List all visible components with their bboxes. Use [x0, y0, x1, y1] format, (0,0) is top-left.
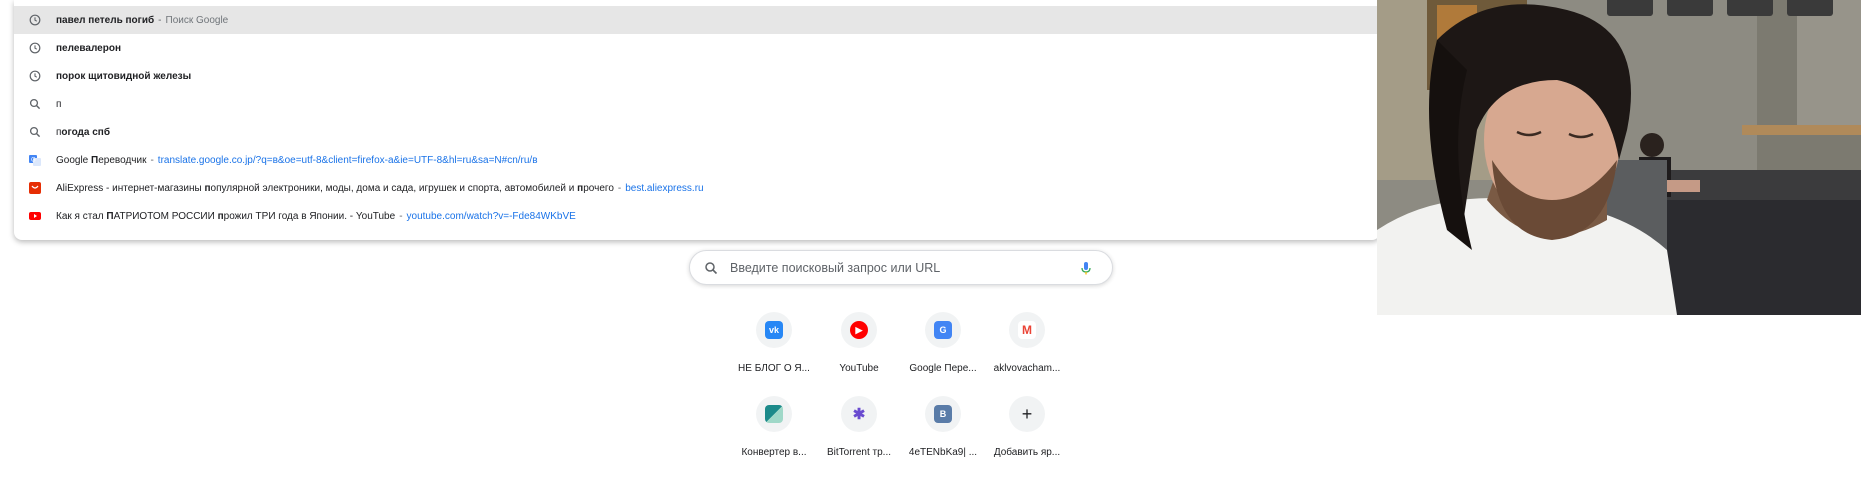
shortcut-tile[interactable]: G Google Пере... [901, 312, 985, 392]
suggestion-history-1[interactable]: павел петель погиб - Поиск Google [14, 6, 1380, 34]
shortcut-label: НЕ БЛОГ О Я... [738, 363, 810, 374]
suggestion-text: порок щитовидной железы [56, 70, 192, 82]
suggestion-text: п [56, 98, 62, 110]
site-title-part: АТРИОТОМ РОССИИ [113, 210, 218, 222]
add-shortcut-button[interactable]: + Добавить яр... [985, 396, 1069, 476]
shortcut-tile[interactable]: Конвертер в... [732, 396, 816, 476]
shortcut-icon-circle [756, 396, 792, 432]
suggestion-history-2[interactable]: пелевалерон [14, 34, 1380, 62]
history-clock-icon [28, 69, 42, 83]
shortcut-tile[interactable]: ▶ YouTube [817, 312, 901, 392]
webcam-overlay [1377, 0, 1861, 315]
search-box[interactable] [689, 250, 1113, 285]
suggestion-separator: - [617, 182, 622, 194]
shortcut-label: 4eTENbKa9| ... [908, 447, 978, 458]
search-icon [28, 125, 42, 139]
svg-text:G: G [31, 158, 36, 164]
suggestion-history-3[interactable]: порок щитовидной железы [14, 62, 1380, 90]
shortcut-label: Добавить яр... [993, 447, 1061, 458]
shortcut-label: Google Пере... [909, 363, 977, 374]
search-input[interactable] [728, 259, 1072, 276]
vk-icon: vk [765, 321, 783, 339]
site-title-part: AliExpress - интернет-магазины [56, 182, 205, 194]
microphone-icon[interactable] [1078, 260, 1094, 276]
site-title-part: Как я стал [56, 210, 107, 222]
suggestion-site-aliexpress[interactable]: AliExpress - интернет-магазины популярно… [14, 174, 1380, 202]
shortcut-icon-circle: G [925, 312, 961, 348]
shortcut-label: BitTorrent тр... [826, 447, 892, 458]
shortcut-icon-circle: vk [756, 312, 792, 348]
youtube-favicon-icon [28, 209, 42, 223]
suggestion-completion: огода спб [61, 126, 111, 138]
shortcut-icon-circle: ▶ [841, 312, 877, 348]
site-title: Как я стал ПАТРИОТОМ РОССИИ прожил ТРИ г… [56, 211, 395, 222]
shortcut-icon-circle: ✱ [841, 396, 877, 432]
site-url: translate.google.co.jp/?q=в&oe=utf-8&cli… [157, 154, 538, 166]
site-title-match: П [106, 210, 114, 222]
site-title: Google Переводчик [56, 155, 146, 166]
converter-icon [765, 405, 783, 423]
shortcut-icon-circle: M [1009, 312, 1045, 348]
site-title-part: ереводчик [98, 154, 147, 166]
site-title: AliExpress - интернет-магазины популярно… [56, 183, 614, 194]
shortcut-label: Конвертер в... [741, 447, 807, 458]
vk-b-icon: B [934, 405, 952, 423]
shortcut-label: aklvovacham... [993, 363, 1061, 374]
search-icon [704, 261, 718, 275]
search-icon [28, 97, 42, 111]
history-clock-icon [28, 13, 42, 27]
site-url: best.aliexpress.ru [625, 182, 704, 194]
aliexpress-favicon-icon [28, 181, 42, 195]
suggestion-separator: - [150, 154, 154, 166]
webcam-video-frame [1377, 0, 1861, 315]
suggestion-search-2[interactable]: п огода спб [14, 118, 1380, 146]
suggestion-text: павел петель погиб [56, 14, 155, 26]
history-clock-icon [28, 41, 42, 55]
site-title-part: рожил ТРИ года в Японии. - YouTube [223, 210, 396, 222]
shortcut-tile[interactable]: ✱ BitTorrent тр... [817, 396, 901, 476]
suggestion-text: пелевалерон [56, 42, 121, 54]
youtube-icon: ▶ [850, 321, 868, 339]
webcam-control-button[interactable] [1667, 0, 1713, 16]
shortcut-label: YouTube [839, 363, 879, 374]
gmail-icon: M [1018, 321, 1036, 339]
shortcut-tile[interactable]: M aklvovacham... [985, 312, 1069, 392]
google-translate-favicon-icon: G [28, 153, 42, 167]
site-title-part: Google [56, 154, 92, 166]
omnibox-suggestions-dropdown: павел петель погиб - Поиск Google пелева… [14, 0, 1380, 240]
shortcut-tile[interactable]: vk НЕ БЛОГ О Я... [732, 312, 816, 392]
shortcut-icon-circle: + [1009, 396, 1045, 432]
webcam-control-button[interactable] [1607, 0, 1653, 16]
suggestion-site-youtube[interactable]: Как я стал ПАТРИОТОМ РОССИИ прожил ТРИ г… [14, 202, 1380, 230]
webcam-control-button[interactable] [1727, 0, 1773, 16]
suggestion-search-1[interactable]: п [14, 90, 1380, 118]
suggestion-site-google-translate[interactable]: G Google Переводчик - translate.google.c… [14, 146, 1380, 174]
site-url: youtube.com/watch?v=-Fde84WKbVE [406, 210, 576, 222]
google-translate-icon: G [934, 321, 952, 339]
suggestion-hint: Поиск Google [165, 14, 229, 26]
shortcut-tile[interactable]: B 4eTENbKa9| ... [901, 396, 985, 476]
webcam-control-button[interactable] [1787, 0, 1833, 16]
suggestion-separator: - [158, 14, 162, 26]
site-title-part: опулярной электроники, моды, дома и сада… [210, 182, 578, 194]
suggestion-separator: - [399, 210, 403, 222]
shortcut-icon-circle: B [925, 396, 961, 432]
site-title-part: рочего [583, 182, 614, 194]
plus-icon: + [1021, 403, 1033, 424]
bittorrent-icon: ✱ [852, 406, 866, 423]
